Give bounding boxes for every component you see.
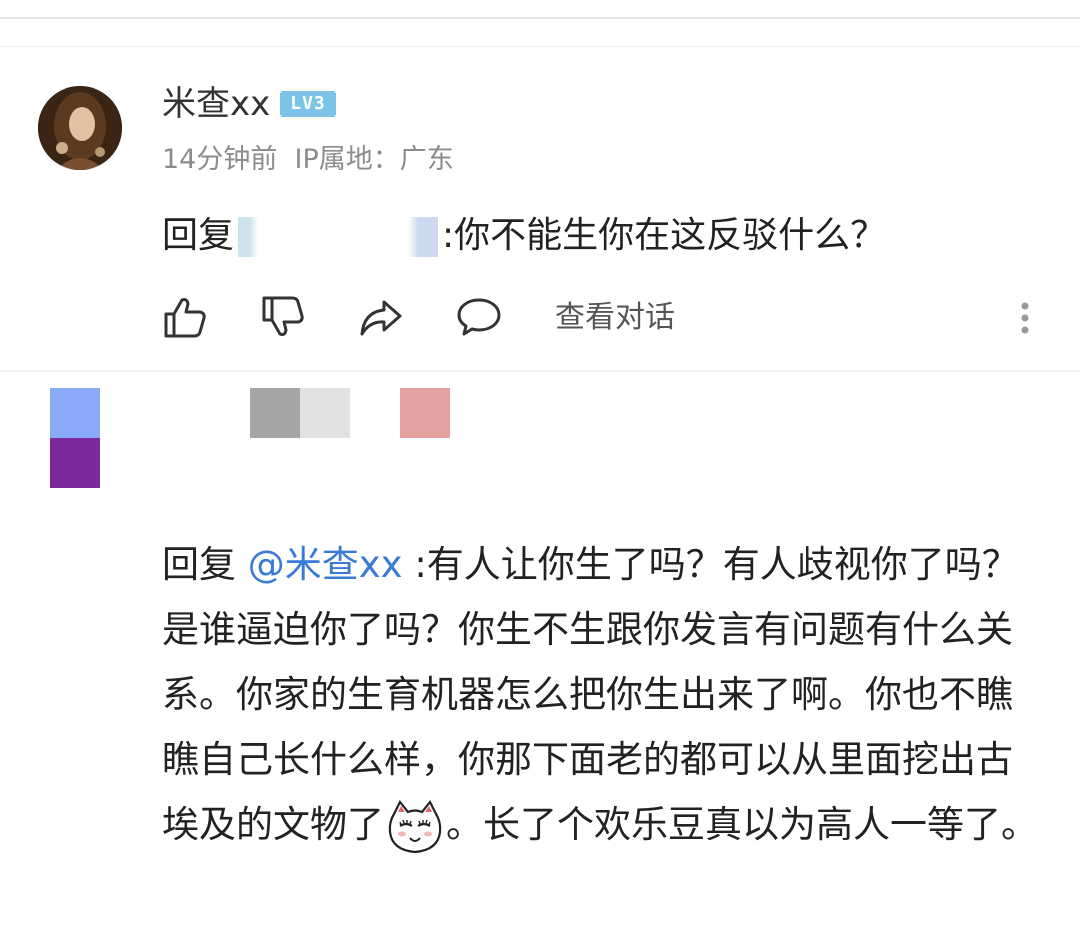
more-vertical-icon[interactable] [1017, 298, 1033, 338]
share-icon[interactable] [358, 294, 404, 340]
reply-body: :有人让你生了吗？有人歧视你了吗？是谁逼迫你了吗？你生不生跟你发言有问题有什么关… [162, 543, 1019, 846]
comment-meta: 14分钟前 IP属地：广东 [162, 142, 454, 178]
thumbs-down-icon[interactable] [260, 294, 306, 340]
ip-location: IP属地：广东 [294, 144, 454, 175]
comment-text: 回复 @米查xx :有人让你生了吗？有人歧视你了吗？是谁逼迫你了吗？你生不生跟你… [162, 532, 1042, 857]
reply-prefix: 回复 [162, 215, 235, 256]
username[interactable]: 米查xx [162, 82, 270, 126]
cat-face-emoji-icon [386, 798, 444, 856]
top-divider [0, 17, 1080, 19]
comment-divider [0, 370, 1080, 372]
reply-body: :你不能生你在这反驳什么？ [442, 215, 887, 256]
redacted-name-block [300, 388, 350, 438]
reply-prefix: 回复 [162, 543, 236, 586]
redacted-avatar-block [50, 438, 100, 488]
level-badge: LV3 [280, 91, 336, 117]
comment-icon[interactable] [456, 294, 502, 340]
comment-text: 回复 :你不能生你在这反驳什么？ [162, 212, 886, 260]
reply-body-end: 。长了个欢乐豆真以为高人一等了。 [446, 803, 1038, 846]
view-conversation-button[interactable]: 查看对话 [555, 298, 675, 338]
redacted-name-block [250, 388, 300, 438]
comment-time: 14分钟前 [162, 144, 278, 175]
redacted-mention [238, 217, 439, 257]
redacted-avatar-block [50, 388, 100, 438]
top-divider-secondary [0, 46, 1080, 47]
mention-link[interactable]: @米查xx [248, 543, 403, 586]
avatar[interactable] [38, 86, 122, 170]
redacted-badge-block [400, 388, 450, 438]
comment-actions: 查看对话 [162, 294, 1042, 344]
thumbs-up-icon[interactable] [162, 294, 208, 340]
